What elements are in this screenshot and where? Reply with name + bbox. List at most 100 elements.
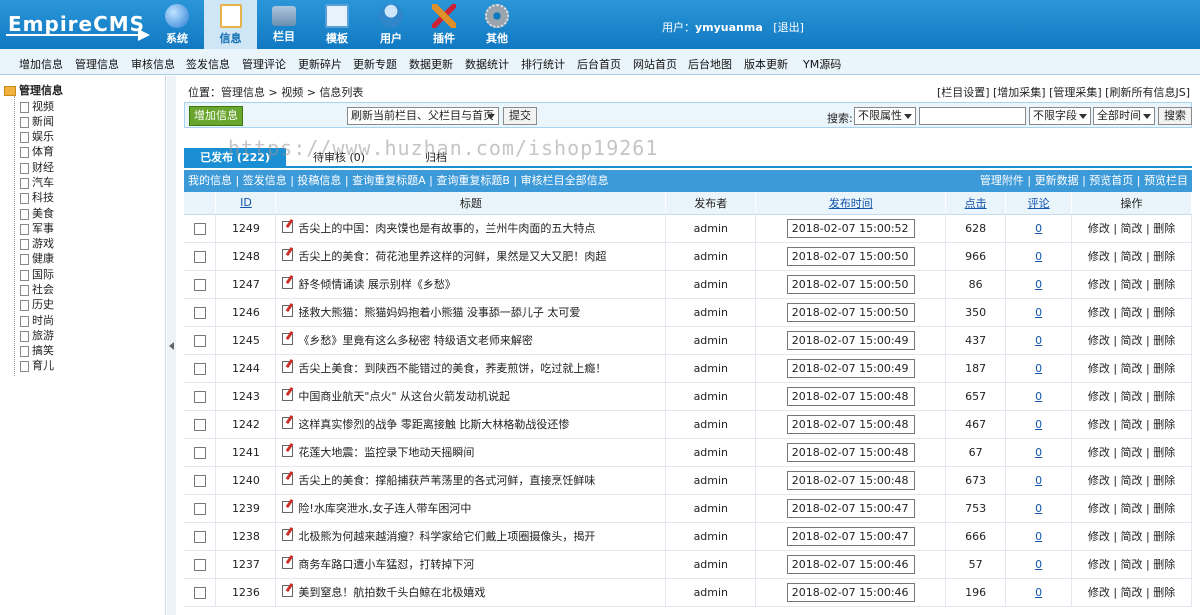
row-time-field[interactable]: 2018-02-07 15:00:47	[786, 498, 915, 518]
row-checkbox[interactable]	[193, 390, 206, 403]
edit-link[interactable]: 修改	[1088, 334, 1110, 347]
edit-link[interactable]: 修改	[1088, 502, 1110, 515]
sidebar-item[interactable]: 游戏	[20, 235, 54, 250]
row-time-field[interactable]: 2018-02-07 15:00:48	[786, 470, 915, 490]
edit-link[interactable]: 修改	[1088, 418, 1110, 431]
action-links-right[interactable]: 管理附件 | 更新数据 | 预览首页 | 预览栏目	[980, 170, 1188, 192]
row-time-field[interactable]: 2018-02-07 15:00:50	[786, 274, 915, 294]
row-checkbox[interactable]	[193, 502, 206, 515]
row-checkbox[interactable]	[193, 418, 206, 431]
header-id[interactable]: ID	[215, 192, 277, 215]
subnav-add-info[interactable]: 增加信息	[19, 56, 63, 72]
nav-user[interactable]: 用户	[366, 0, 416, 49]
row-time-field[interactable]: 2018-02-07 15:00:48	[786, 386, 915, 406]
simple-edit-link[interactable]: 简改	[1121, 222, 1143, 235]
row-checkbox[interactable]	[193, 306, 206, 319]
sidebar-item[interactable]: 汽车	[20, 174, 54, 189]
row-comments-link[interactable]: 0	[1035, 586, 1042, 599]
nav-info[interactable]: 信息	[204, 0, 257, 49]
row-title-link[interactable]: 舌尖上美食：到陕西不能错过的美食，荞麦煎饼，吃过就上瘾！	[298, 362, 606, 375]
row-comments-link[interactable]: 0	[1035, 502, 1042, 515]
sidebar-item[interactable]: 育儿	[20, 357, 54, 372]
row-checkbox[interactable]	[193, 334, 206, 347]
delete-link[interactable]: 删除	[1153, 222, 1175, 235]
action-links-left[interactable]: 我的信息 | 签发信息 | 投稿信息 | 查询重复标题A | 查询重复标题B |…	[188, 170, 609, 192]
sidebar-item[interactable]: 美食	[20, 205, 54, 220]
row-time-field[interactable]: 2018-02-07 15:00:50	[786, 246, 915, 266]
simple-edit-link[interactable]: 简改	[1121, 390, 1143, 403]
edit-link[interactable]: 修改	[1088, 530, 1110, 543]
row-time-field[interactable]: 2018-02-07 15:00:47	[786, 526, 915, 546]
row-comments-link[interactable]: 0	[1035, 306, 1042, 319]
tab-published[interactable]: 已发布 (222)	[184, 148, 286, 168]
sidebar-item[interactable]: 旅游	[20, 327, 54, 342]
simple-edit-link[interactable]: 简改	[1121, 586, 1143, 599]
edit-link[interactable]: 修改	[1088, 586, 1110, 599]
edit-link[interactable]: 修改	[1088, 362, 1110, 375]
time-select[interactable]: 全部时间	[1093, 107, 1155, 125]
edit-link[interactable]: 修改	[1088, 474, 1110, 487]
row-comments-link[interactable]: 0	[1035, 362, 1042, 375]
sidebar-item[interactable]: 视频	[20, 98, 54, 113]
delete-link[interactable]: 删除	[1153, 390, 1175, 403]
refresh-select[interactable]: 刷新当前栏目、父栏目与首页	[347, 107, 499, 125]
nav-plugin[interactable]: 插件	[419, 0, 469, 49]
add-info-button[interactable]: 增加信息	[189, 106, 243, 126]
subnav-update-data[interactable]: 数据更新	[409, 56, 453, 72]
edit-link[interactable]: 修改	[1088, 306, 1110, 319]
delete-link[interactable]: 删除	[1153, 278, 1175, 291]
attribute-select[interactable]: 不限属性	[854, 107, 916, 125]
row-checkbox[interactable]	[193, 558, 206, 571]
edit-link[interactable]: 修改	[1088, 390, 1110, 403]
row-title-link[interactable]: 拯救大熊猫：熊猫妈妈抱着小熊猫 没事舔一舔儿子 太可爱	[298, 306, 580, 319]
subnav-sign-info[interactable]: 签发信息	[186, 56, 230, 72]
sidebar-item[interactable]: 历史	[20, 296, 54, 311]
subnav-manage-comments[interactable]: 管理评论	[242, 56, 286, 72]
tree-root[interactable]: 管理信息	[4, 82, 63, 98]
row-time-field[interactable]: 2018-02-07 15:00:48	[786, 442, 915, 462]
breadcrumb-manage-link[interactable]: 管理信息	[221, 86, 265, 99]
nav-system[interactable]: 系统	[152, 0, 202, 49]
sidebar-item[interactable]: 军事	[20, 220, 54, 235]
row-title-link[interactable]: 舌尖上的美食：撑船捕获芦苇荡里的各式河鲜，直接烹饪鲜味	[298, 474, 595, 487]
row-title-link[interactable]: 花莲大地震：监控录下地动天摇瞬间	[298, 446, 474, 459]
sidebar-item[interactable]: 国际	[20, 266, 54, 281]
field-select[interactable]: 不限字段	[1029, 107, 1091, 125]
edit-link[interactable]: 修改	[1088, 278, 1110, 291]
row-title-link[interactable]: 北极熊为何越来越消瘦？科学家给它们戴上项圈摄像头，揭开	[298, 530, 595, 543]
row-comments-link[interactable]: 0	[1035, 390, 1042, 403]
row-comments-link[interactable]: 0	[1035, 474, 1042, 487]
row-title-link[interactable]: 险!水库突泄水,女子连人带车困河中	[298, 502, 471, 515]
row-comments-link[interactable]: 0	[1035, 530, 1042, 543]
simple-edit-link[interactable]: 简改	[1121, 362, 1143, 375]
row-time-field[interactable]: 2018-02-07 15:00:50	[786, 302, 915, 322]
simple-edit-link[interactable]: 简改	[1121, 306, 1143, 319]
tab-archived[interactable]: 归档	[416, 148, 456, 168]
sidebar-collapse-handle[interactable]	[167, 76, 176, 615]
subnav-update-fragments[interactable]: 更新碎片	[298, 56, 342, 72]
row-time-field[interactable]: 2018-02-07 15:00:52	[786, 218, 915, 238]
sidebar-item[interactable]: 社会	[20, 281, 54, 296]
subnav-admin-home[interactable]: 后台首页	[577, 56, 621, 72]
row-checkbox[interactable]	[193, 222, 206, 235]
subnav-data-stats[interactable]: 数据统计	[465, 56, 509, 72]
simple-edit-link[interactable]: 简改	[1121, 474, 1143, 487]
delete-link[interactable]: 删除	[1153, 558, 1175, 571]
subnav-admin-map[interactable]: 后台地图	[688, 56, 732, 72]
delete-link[interactable]: 删除	[1153, 418, 1175, 431]
sidebar-item[interactable]: 搞笑	[20, 342, 54, 357]
row-title-link[interactable]: 美到窒息！航拍数千头白鲸在北极嬉戏	[298, 586, 485, 599]
tab-pending[interactable]: 待审核 (0)	[308, 148, 370, 168]
simple-edit-link[interactable]: 简改	[1121, 334, 1143, 347]
simple-edit-link[interactable]: 简改	[1121, 418, 1143, 431]
delete-link[interactable]: 删除	[1153, 334, 1175, 347]
row-comments-link[interactable]: 0	[1035, 558, 1042, 571]
delete-link[interactable]: 删除	[1153, 250, 1175, 263]
row-title-link[interactable]: 这样真实惨烈的战争 零距离接触 比斯大林格勒战役还惨	[298, 418, 569, 431]
row-checkbox[interactable]	[193, 474, 206, 487]
row-title-link[interactable]: 中国商业航天"点火" 从这台火箭发动机说起	[298, 390, 510, 403]
sidebar-item[interactable]: 健康	[20, 250, 54, 265]
row-title-link[interactable]: 舌尖上的美食：荷花池里养这样的河鲜，果然是又大又肥！肉超	[298, 250, 606, 263]
edit-link[interactable]: 修改	[1088, 250, 1110, 263]
row-checkbox[interactable]	[193, 530, 206, 543]
